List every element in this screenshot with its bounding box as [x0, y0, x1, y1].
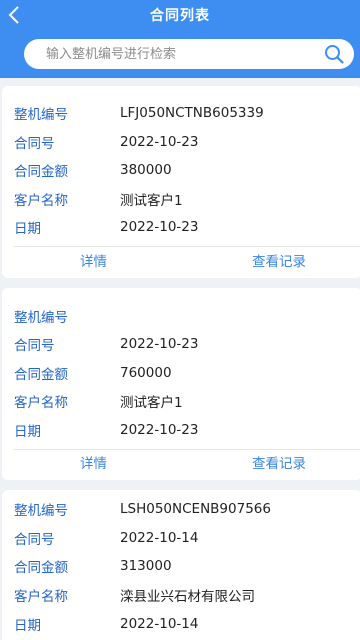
date-row: 日期 2022-10-14 — [14, 614, 354, 634]
customer-label: 客户名称 — [14, 589, 68, 605]
machine-no-label: 整机编号 — [14, 107, 68, 123]
search-bar — [0, 30, 360, 78]
amount-value: 380000 — [120, 162, 172, 178]
search-box — [24, 39, 354, 69]
chevron-left-icon — [8, 6, 19, 24]
detail-button[interactable]: 详情 — [80, 250, 107, 270]
customer-value: 测试客户1 — [120, 395, 183, 411]
machine-no-row: 整机编号 — [14, 306, 354, 326]
contract-no-value: 2022-10-14 — [120, 530, 199, 546]
customer-value: 测试客户1 — [120, 193, 183, 209]
date-row: 日期 2022-10-23 — [14, 420, 354, 440]
contract-list: 整机编号 LFJ050NCTNB605339 合同号 2022-10-23 合同… — [0, 78, 360, 640]
customer-label: 客户名称 — [14, 395, 68, 411]
date-value: 2022-10-14 — [120, 616, 199, 632]
date-label: 日期 — [14, 618, 41, 634]
app-header: 合同列表 — [0, 0, 360, 30]
contract-no-row: 合同号 2022-10-14 — [14, 528, 354, 548]
amount-row: 合同金额 760000 — [14, 363, 354, 383]
contract-no-value: 2022-10-23 — [120, 134, 199, 150]
card-actions: 详情 查看记录 — [2, 249, 360, 271]
detail-button[interactable]: 详情 — [80, 452, 107, 472]
card-divider — [14, 246, 360, 247]
contract-card: 整机编号 LFJ050NCTNB605339 合同号 2022-10-23 合同… — [2, 86, 360, 278]
contract-no-label: 合同号 — [14, 532, 55, 548]
date-label: 日期 — [14, 221, 41, 237]
contract-no-label: 合同号 — [14, 136, 55, 152]
date-label: 日期 — [14, 424, 41, 440]
card-actions: 详情 查看记录 — [2, 451, 360, 473]
machine-no-row: 整机编号 LSH050NCENB907566 — [14, 499, 354, 519]
date-row: 日期 2022-10-23 — [14, 217, 354, 237]
amount-label: 合同金额 — [14, 560, 68, 576]
amount-value: 760000 — [120, 365, 172, 381]
page-title: 合同列表 — [150, 8, 210, 24]
contract-no-value: 2022-10-23 — [120, 336, 199, 352]
contract-no-label: 合同号 — [14, 338, 55, 354]
contract-no-row: 合同号 2022-10-23 — [14, 334, 354, 354]
amount-row: 合同金额 313000 — [14, 556, 354, 576]
machine-no-label: 整机编号 — [14, 310, 68, 326]
customer-row: 客户名称 测试客户1 — [14, 391, 354, 411]
customer-row: 客户名称 测试客户1 — [14, 189, 354, 209]
date-value: 2022-10-23 — [120, 219, 199, 235]
card-divider — [14, 449, 360, 450]
date-value: 2022-10-23 — [120, 422, 199, 438]
contract-card: 整机编号 合同号 2022-10-23 合同金额 760000 客户名称 测试客… — [2, 288, 360, 480]
amount-label: 合同金额 — [14, 367, 68, 383]
machine-no-value: LSH050NCENB907566 — [120, 501, 271, 517]
amount-value: 313000 — [120, 558, 172, 574]
machine-no-value: LFJ050NCTNB605339 — [120, 105, 264, 121]
search-input[interactable] — [24, 39, 314, 69]
amount-label: 合同金额 — [14, 164, 68, 180]
customer-row: 客户名称 滦县业兴石材有限公司 — [14, 585, 354, 605]
machine-no-row: 整机编号 LFJ050NCTNB605339 — [14, 103, 354, 123]
machine-no-label: 整机编号 — [14, 503, 68, 519]
view-records-button[interactable]: 查看记录 — [252, 452, 306, 472]
customer-value: 滦县业兴石材有限公司 — [120, 589, 255, 605]
contract-card: 整机编号 LSH050NCENB907566 合同号 2022-10-14 合同… — [2, 490, 360, 640]
view-records-button[interactable]: 查看记录 — [252, 250, 306, 270]
contract-no-row: 合同号 2022-10-23 — [14, 132, 354, 152]
back-button[interactable] — [4, 3, 24, 27]
amount-row: 合同金额 380000 — [14, 160, 354, 180]
search-button[interactable] — [314, 39, 354, 69]
customer-label: 客户名称 — [14, 193, 68, 209]
search-icon — [325, 45, 344, 64]
